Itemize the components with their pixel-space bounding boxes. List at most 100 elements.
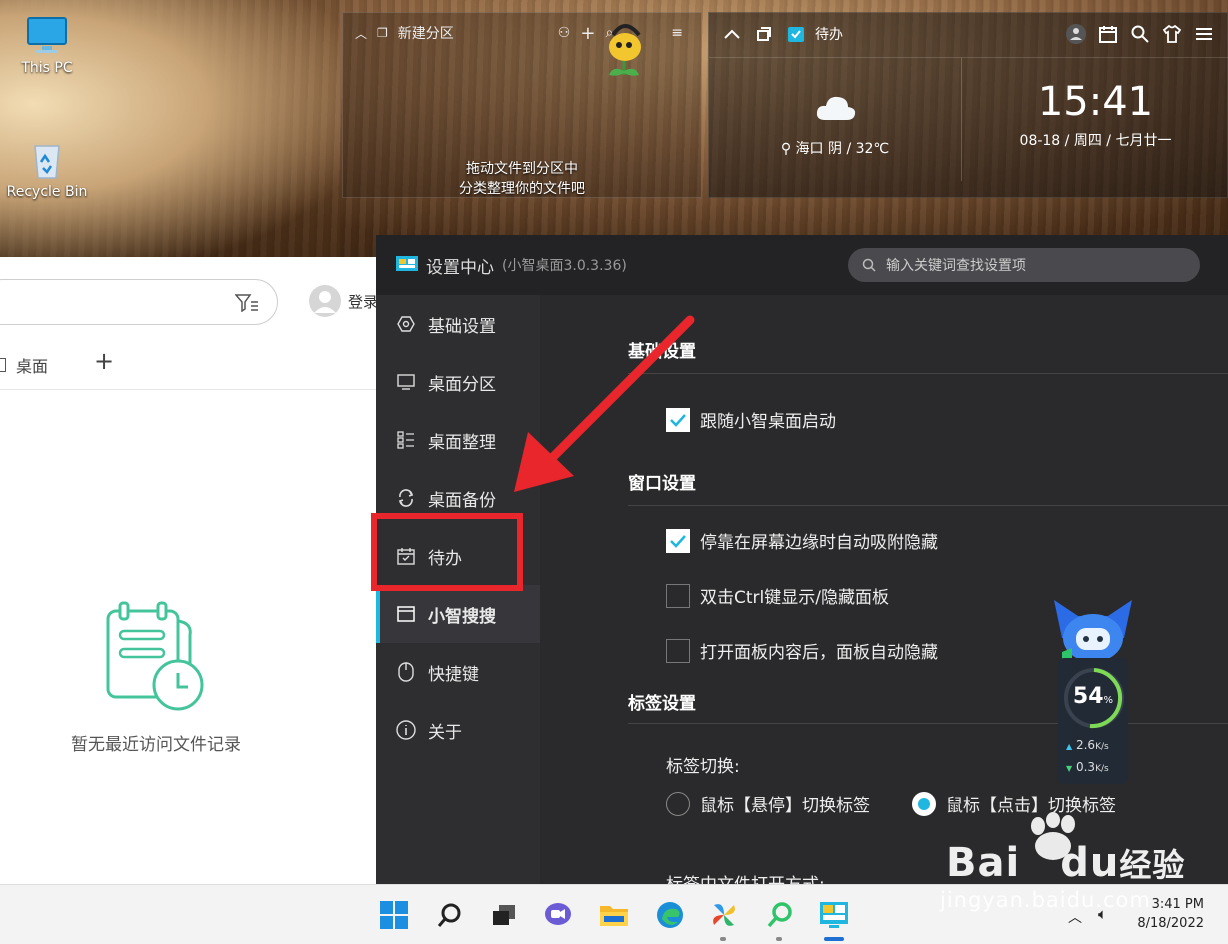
auto-hide-option[interactable]: 打开面板内容后，面板自动隐藏 (666, 638, 938, 663)
app-button-search-green[interactable] (764, 899, 796, 931)
network-speed-widget[interactable]: 54% ▲ 2.6K/s ▼ 0.3K/s (1052, 598, 1134, 784)
recycle-bin-icon (34, 145, 60, 179)
tab-icon (0, 358, 6, 372)
menu-icon[interactable]: ≡ (671, 25, 683, 41)
mouse-icon (396, 662, 416, 682)
nav-item-about[interactable]: 关于 (376, 701, 540, 759)
edge-icon (657, 902, 683, 928)
user-icon[interactable] (1065, 23, 1087, 45)
login-label: 登录 (348, 292, 379, 311)
settings-search-input[interactable]: 输入关键词查找设置项 (848, 248, 1200, 282)
add-tab-button[interactable]: + (94, 347, 114, 375)
speed-percent: 54 (1072, 684, 1104, 709)
file-explorer-button[interactable] (598, 899, 630, 931)
speed-percent-unit: % (1103, 695, 1114, 706)
monitor-icon (396, 372, 416, 392)
widget-title: 待办 (815, 27, 843, 43)
nav-label: 小智搜搜 (428, 606, 496, 627)
taskbar-search-button[interactable] (434, 899, 466, 931)
window-copy-icon[interactable]: ❐ (377, 26, 388, 40)
watermark-brand-cn: 经验 (1119, 846, 1186, 884)
click-switch-radio[interactable] (912, 791, 936, 816)
option-label: 停靠在屏幕边缘时自动吸附隐藏 (700, 533, 938, 553)
ctrl-toggle-option[interactable]: 双击Ctrl键显示/隐藏面板 (666, 583, 889, 608)
edge-button[interactable] (654, 899, 686, 931)
download-arrow-icon: ▼ (1066, 764, 1073, 773)
nav-label: 桌面备份 (428, 490, 496, 511)
nav-label: 桌面分区 (428, 374, 496, 395)
user-icon[interactable]: ⚇ (558, 25, 571, 41)
watermark-brand: Bai (946, 840, 1021, 886)
sync-icon (396, 488, 416, 508)
shirt-icon[interactable] (1161, 23, 1183, 45)
green-search-icon (767, 902, 792, 928)
start-button[interactable] (378, 899, 410, 931)
plus-icon[interactable]: + (580, 23, 595, 44)
hexagon-icon (396, 314, 416, 334)
filter-icon[interactable] (235, 294, 259, 312)
search-icon (862, 258, 876, 272)
window-copy-icon[interactable] (753, 23, 775, 45)
auto-hide-checkbox[interactable] (666, 638, 690, 663)
desktop-fence-panel[interactable]: ︿ ❐ 新建分区 ⚇ + ⌕ ≡ 拖动文件到分区中 分类整理你的文件吧 (342, 12, 702, 198)
desktop-icon-recycle-bin[interactable]: Recycle Bin (2, 140, 92, 200)
fence-hint: 拖动文件到分区中 分类整理你的文件吧 (459, 161, 585, 197)
section-title-tab: 标签设置 (628, 694, 696, 714)
upload-speed: ▲ 2.6K/s (1066, 738, 1109, 752)
nav-label: 桌面整理 (428, 432, 496, 453)
watermark-url: jingyan.baidu.com (940, 888, 1151, 912)
fence-title[interactable]: 新建分区 (398, 23, 454, 43)
app-button-pinwheel[interactable] (708, 899, 740, 931)
dock-hide-checkbox[interactable] (666, 528, 690, 553)
tab-label: 桌面 (16, 357, 49, 376)
nav-item-shortcut[interactable]: 快捷键 (376, 643, 540, 701)
baidu-watermark: Bai du经验 jingyan.baidu.com (940, 812, 1228, 922)
hover-switch-radio[interactable] (666, 791, 690, 816)
folder-icon (600, 906, 628, 926)
dock-hide-option[interactable]: 停靠在屏幕边缘时自动吸附隐藏 (666, 528, 938, 553)
settings-version: (小智桌面3.0.3.36) (502, 258, 627, 274)
cloud-icon (816, 96, 856, 120)
chat-button[interactable] (542, 899, 574, 931)
option-label: 双击Ctrl键显示/隐藏面板 (700, 588, 889, 608)
upload-arrow-icon: ▲ (1066, 742, 1073, 751)
option-label: 打开面板内容后，面板自动隐藏 (700, 643, 938, 663)
settings-search-placeholder: 输入关键词查找设置项 (886, 258, 1026, 274)
app-button-xiaozhi[interactable] (818, 899, 850, 931)
weather-text: 海口 阴 / 32℃ (795, 141, 890, 157)
option-label: 鼠标【悬停】切换标签 (700, 796, 870, 816)
calendar-icon[interactable] (1097, 23, 1119, 45)
watermark-brand2: du (1060, 840, 1120, 886)
search-icon[interactable] (1129, 23, 1151, 45)
option-label: 跟随小智桌面启动 (700, 412, 836, 432)
ctrl-toggle-checkbox[interactable] (666, 583, 690, 608)
todo-icon (785, 23, 807, 45)
desktop-icon-label: This PC (21, 60, 73, 76)
login-button[interactable]: 登录 (308, 284, 378, 318)
chevron-up-icon[interactable]: ︿ (355, 25, 367, 42)
hover-switch-option[interactable]: 鼠标【悬停】切换标签 (666, 791, 870, 816)
settings-titlebar: 设置中心 (小智桌面3.0.3.36) 输入关键词查找设置项 (376, 235, 1228, 295)
location-pin-icon: ⚲ (780, 141, 792, 157)
search-input[interactable] (0, 279, 278, 325)
info-icon (396, 720, 416, 740)
download-speed: ▼ 0.3K/s (1066, 760, 1109, 774)
xiaozhi-desktop-icon (820, 902, 848, 928)
chevron-up-icon[interactable] (721, 23, 743, 45)
widget-panel[interactable]: 待办 ⚲ 海口 阴 / 32℃ 15:41 08-18 / 周四 / 七月廿一 (708, 12, 1228, 198)
file-window: 登录 桌面 + 暂无最近访问文件记录 (0, 257, 380, 887)
monitor-icon (27, 17, 67, 53)
tab-desktop[interactable]: 桌面 (0, 353, 48, 377)
clock-date: 08-18 / 周四 / 七月廿一 (1019, 133, 1172, 149)
desktop-icon-this-pc[interactable]: This PC (2, 16, 92, 76)
list-icon (396, 430, 416, 450)
clock-time: 15:41 (1037, 79, 1154, 125)
nav-label: 快捷键 (428, 664, 479, 685)
settings-title: 设置中心 (426, 257, 494, 278)
nav-item-search[interactable]: 小智搜搜 (376, 585, 540, 643)
weather-widget[interactable]: ⚲ 海口 阴 / 32℃ (709, 57, 962, 181)
task-view-button[interactable] (488, 899, 520, 931)
menu-icon[interactable] (1193, 23, 1215, 45)
task-view-icon (493, 905, 515, 925)
search-icon (437, 903, 461, 927)
